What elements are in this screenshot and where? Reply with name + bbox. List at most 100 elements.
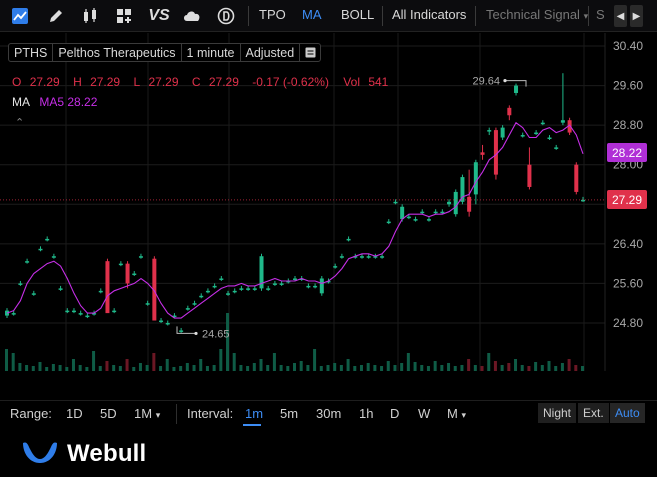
low-value: L 27.29 [133,75,179,89]
candle-body [38,248,43,251]
range-5d[interactable]: 5D [100,406,117,421]
volume-bar [279,365,283,371]
open-value: O 27.29 [12,75,60,89]
y-axis-label: 24.80 [613,316,643,330]
candle-body [493,130,498,175]
interval-label[interactable]: 1 minute [182,44,241,61]
ma-legend[interactable]: MA MA5 28.22 [12,95,97,109]
toolbar-overflow-text: S [596,7,605,22]
interval-1m[interactable]: 1m [245,406,263,421]
interval-m-dropdown[interactable]: M ▾ [447,406,466,421]
candle-body [246,288,251,290]
candle-body [266,288,271,290]
volume-bar [219,349,223,371]
volume-bar [212,365,216,371]
candle-body [219,278,224,280]
volume-bar [567,359,571,371]
scroll-right-icon[interactable]: ▶ [630,5,643,27]
volume-bar [286,366,290,371]
candle-body [500,127,505,138]
candle-body [520,135,525,137]
low-annotation: 24.65 [202,328,230,340]
candle-body [159,320,164,323]
session-extended[interactable]: Ext. [578,403,609,423]
active-interval-underline [243,424,261,426]
candle-body [18,283,23,285]
candle-body [319,278,324,294]
volume-bar [85,367,89,371]
all-indicators-button[interactable]: All Indicators [392,7,466,22]
dividend-icon[interactable] [214,4,238,28]
candle-body [386,221,391,224]
candle-body [65,310,70,313]
symbol-ticker[interactable]: PTHS [9,44,54,61]
interval-30m[interactable]: 30m [316,406,341,421]
cloud-icon[interactable] [180,4,204,28]
change-value: -0.17 (-0.62%) [252,75,329,89]
candle-body [293,278,297,280]
tpo-button[interactable]: TPO [259,7,286,22]
candle-body [85,315,90,318]
candle-body [547,137,552,140]
session-auto[interactable]: Auto [610,403,645,423]
technical-signal-dropdown[interactable]: Technical Signal ▾ [486,7,588,22]
interval-w[interactable]: W [418,406,430,421]
interval-1h[interactable]: 1h [359,406,373,421]
candle-body [366,256,371,258]
controls-divider [176,404,177,424]
low-marker-line [176,326,195,334]
candle-body [540,122,545,125]
session-night[interactable]: Night [538,403,577,423]
candle-body [132,273,137,276]
volume-bar [500,365,504,371]
toolbar-divider [382,6,383,26]
volume-bar [420,365,424,371]
technical-signal-label: Technical Signal [486,7,580,22]
volume-bar [413,362,417,371]
pen-icon[interactable] [44,4,68,28]
candle-body [105,261,110,314]
volume-bar [514,359,518,371]
range-1d[interactable]: 1D [66,406,83,421]
candle-body [339,256,344,258]
volume-bar [58,365,62,371]
candle-body [426,219,431,221]
volume-bar [5,349,8,371]
range-1m-dropdown[interactable]: 1M ▾ [134,406,160,421]
candlestick-icon[interactable] [78,4,102,28]
volume-bar [145,365,149,371]
ma-button[interactable]: MA [302,7,322,22]
boll-button[interactable]: BOLL [341,7,374,22]
interval-5m[interactable]: 5m [280,406,298,421]
adjustment-label[interactable]: Adjusted [241,44,301,61]
y-axis-label: 25.60 [613,276,643,290]
volume-bar [346,359,350,371]
ma-price-tag: 28.22 [607,143,647,162]
legend-menu-icon[interactable] [300,44,320,61]
vs-icon[interactable]: VS [146,4,172,28]
candle-body [507,107,512,116]
brand-footer: Webull [0,427,657,477]
apps-icon[interactable] [112,4,136,28]
collapse-icon[interactable]: ⌃ [15,116,24,129]
volume-bar [38,362,42,371]
candle-body [333,266,338,268]
candle-body [406,216,411,219]
volume-bar [138,363,142,371]
volume-bar [11,353,15,371]
high-marker-dot [503,78,507,83]
candle-body [51,256,56,258]
y-axis-label: 30.40 [613,39,643,53]
volume-bar [440,365,444,371]
volume-bar [132,367,136,371]
scroll-left-icon[interactable]: ◀ [614,5,627,27]
candle-body [393,201,398,204]
ma5-value: MA5 28.22 [39,95,98,109]
line-chart-icon[interactable] [8,4,32,28]
volume-bar [507,363,511,371]
interval-d[interactable]: D [390,406,399,421]
candle-body [554,147,559,149]
volume-bar [527,366,531,371]
y-axis-label: 26.40 [613,237,643,251]
volume-bar [71,359,75,371]
